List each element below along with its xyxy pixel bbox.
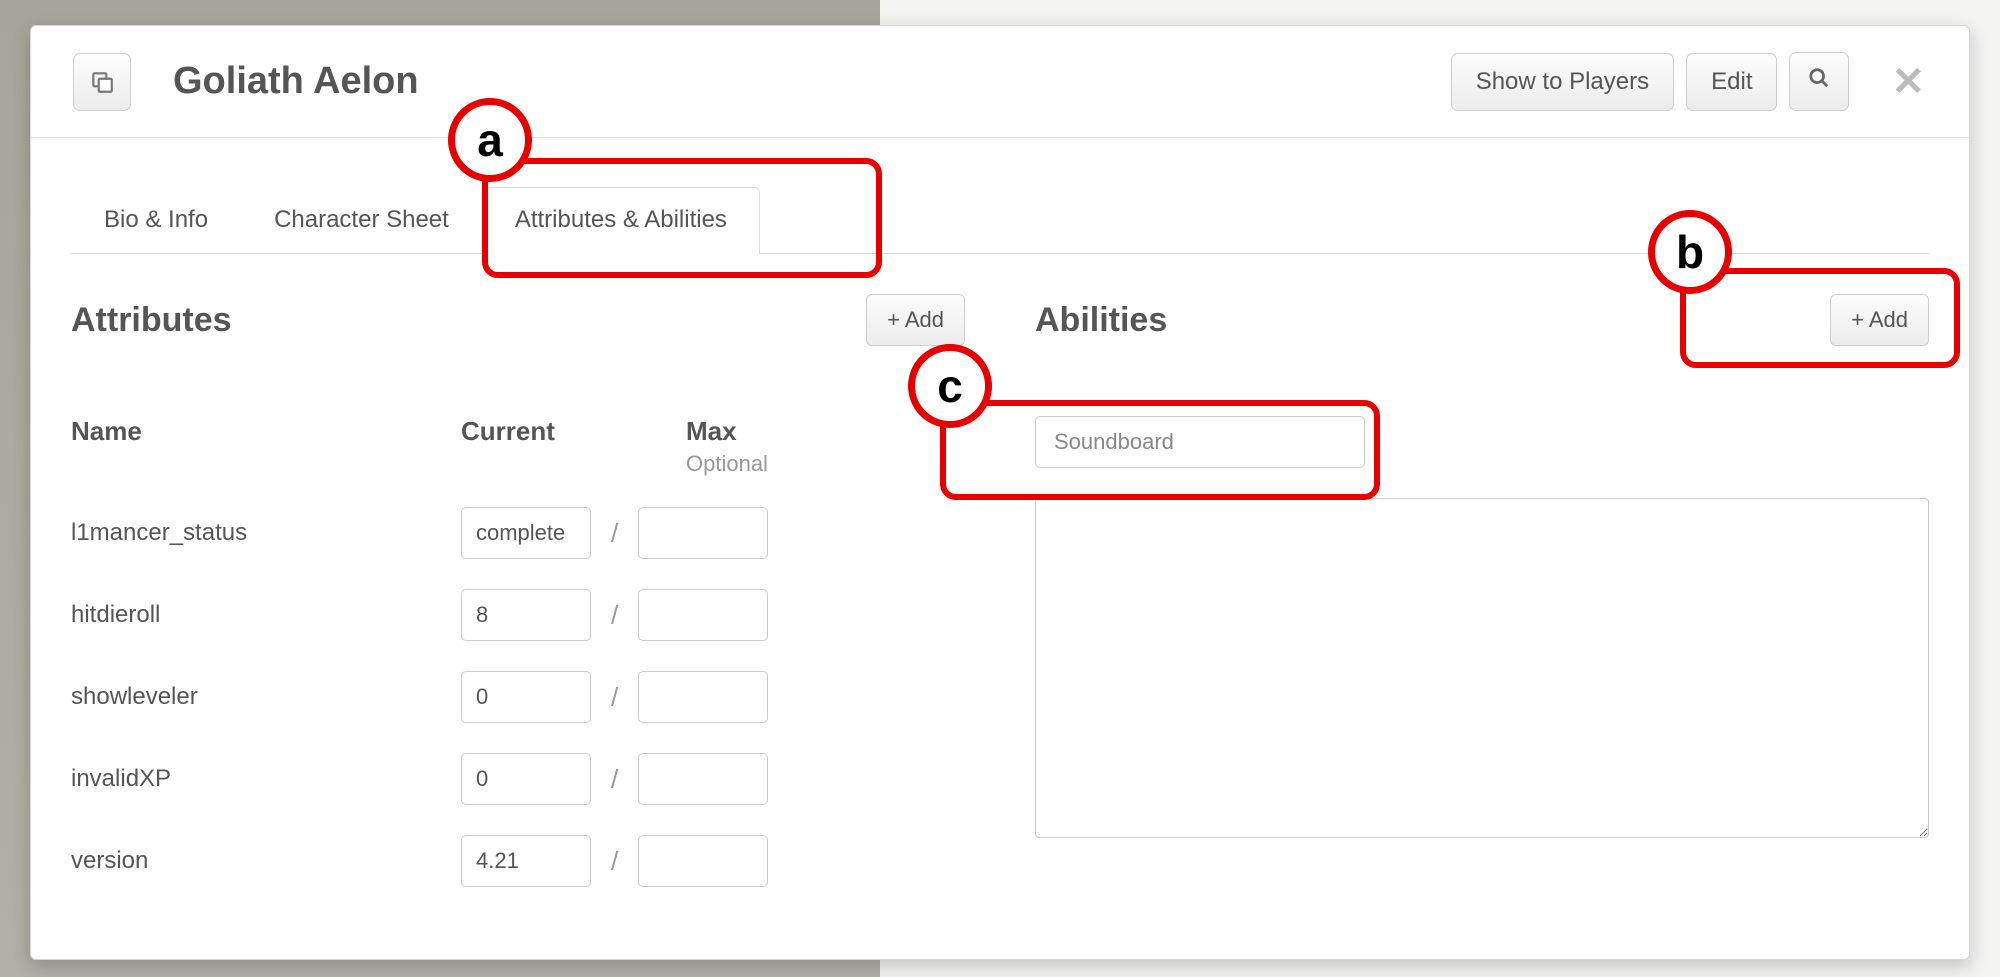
slash-divider: /	[611, 846, 618, 877]
col-head-max-label: Max	[686, 416, 737, 446]
attribute-name: version	[71, 847, 461, 875]
attribute-name: showleveler	[71, 683, 461, 711]
close-icon[interactable]: ✕	[1891, 59, 1925, 105]
attribute-name: l1mancer_status	[71, 519, 461, 547]
attribute-current-input[interactable]	[461, 589, 591, 641]
search-button[interactable]	[1789, 52, 1849, 111]
attribute-name: hitdieroll	[71, 601, 461, 629]
attributes-title: Attributes	[71, 301, 232, 340]
attribute-current-input[interactable]	[461, 671, 591, 723]
attribute-current-input[interactable]	[461, 835, 591, 887]
tab-attributes-abilities[interactable]: Attributes & Abilities	[482, 187, 760, 254]
ability-body-textarea[interactable]	[1035, 498, 1929, 838]
character-name: Goliath Aelon	[173, 60, 419, 103]
attribute-name: invalidXP	[71, 765, 461, 793]
attribute-row: version /	[71, 835, 965, 887]
character-dialog: Goliath Aelon Show to Players Edit ✕ Bio…	[30, 25, 1970, 960]
attributes-header: Attributes + Add	[71, 294, 965, 346]
attribute-row: invalidXP /	[71, 753, 965, 805]
dialog-header: Goliath Aelon Show to Players Edit ✕	[31, 26, 1969, 138]
attribute-max-input[interactable]	[638, 507, 768, 559]
slash-divider: /	[611, 682, 618, 713]
tab-character-sheet[interactable]: Character Sheet	[241, 187, 482, 254]
tab-bar: Bio & Info Character Sheet Attributes & …	[71, 186, 1929, 254]
show-to-players-button[interactable]: Show to Players	[1451, 53, 1674, 111]
attribute-current-input[interactable]	[461, 753, 591, 805]
attribute-max-input[interactable]	[638, 753, 768, 805]
abilities-header: Abilities + Add	[1035, 294, 1929, 346]
abilities-column: Abilities + Add	[1035, 294, 1929, 887]
attribute-max-input[interactable]	[638, 671, 768, 723]
slash-divider: /	[611, 518, 618, 549]
header-actions: Show to Players Edit ✕	[1451, 52, 1933, 111]
search-icon	[1808, 67, 1830, 89]
popout-button[interactable]	[73, 53, 131, 111]
ability-name-input[interactable]	[1035, 416, 1365, 468]
slash-divider: /	[611, 600, 618, 631]
add-ability-button[interactable]: + Add	[1830, 294, 1929, 346]
slash-divider: /	[611, 764, 618, 795]
attribute-row: l1mancer_status /	[71, 507, 965, 559]
abilities-title: Abilities	[1035, 301, 1167, 340]
tab-bio-info[interactable]: Bio & Info	[71, 187, 241, 254]
content-columns: Attributes + Add Name Current Max Option…	[71, 294, 1929, 887]
attribute-row: showleveler /	[71, 671, 965, 723]
col-head-name: Name	[71, 416, 461, 477]
edit-button[interactable]: Edit	[1686, 53, 1777, 111]
attributes-table-head: Name Current Max Optional	[71, 416, 965, 477]
attribute-max-input[interactable]	[638, 589, 768, 641]
popout-icon	[89, 69, 115, 95]
col-head-max-optional: Optional	[686, 451, 965, 477]
col-head-current: Current	[461, 416, 686, 477]
add-attribute-button[interactable]: + Add	[866, 294, 965, 346]
attributes-column: Attributes + Add Name Current Max Option…	[71, 294, 965, 887]
attribute-row: hitdieroll /	[71, 589, 965, 641]
col-head-max: Max Optional	[686, 416, 965, 477]
attribute-max-input[interactable]	[638, 835, 768, 887]
dialog-body: Bio & Info Character Sheet Attributes & …	[31, 156, 1969, 959]
attribute-current-input[interactable]	[461, 507, 591, 559]
